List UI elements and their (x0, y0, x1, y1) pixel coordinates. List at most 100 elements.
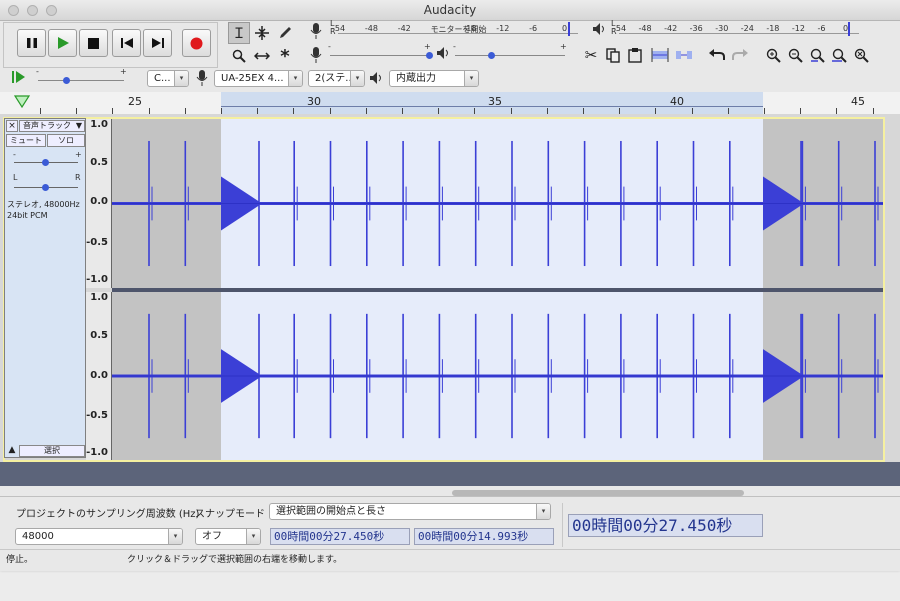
playback-speed-thumb[interactable] (63, 77, 70, 84)
chevron-down-icon: ▾ (168, 529, 182, 544)
output-device-select[interactable]: 内蔵出力 ▾ (389, 70, 479, 87)
paste-button[interactable] (624, 44, 646, 66)
meter-tick-label: -6 (817, 24, 826, 33)
track-control-panel[interactable]: × 音声トラック ▼ ミュート ソロ - + L R ステレオ, 48000Hz … (4, 118, 86, 458)
input-volume-slider[interactable] (330, 55, 430, 56)
gain-plus-label: + (75, 150, 82, 159)
gain-slider-thumb[interactable] (42, 159, 49, 166)
redo-icon (732, 49, 748, 60)
track-format: ステレオ, 48000Hz (7, 200, 80, 209)
fit-selection-button[interactable] (806, 44, 828, 66)
zoom-toggle-button[interactable] (850, 44, 872, 66)
scale-label: -0.5 (86, 237, 108, 248)
meter-tick-label: -6 (529, 24, 538, 33)
window-title: Audacity (423, 3, 477, 17)
meter-tick-label: -30 (715, 24, 729, 33)
gain-minus-label: - (13, 150, 16, 159)
timeline-ruler[interactable]: 25 30 35 40 45 (0, 92, 900, 115)
play-meter-peak (848, 22, 850, 36)
fit-project-icon (831, 48, 847, 63)
waveform-channel-2[interactable] (112, 292, 883, 460)
pan-slider-thumb[interactable] (42, 184, 49, 191)
stop-button[interactable] (79, 29, 108, 57)
play-icon (57, 37, 69, 49)
play-meter-speaker-icon[interactable] (592, 22, 606, 39)
output-volume-slider[interactable] (455, 55, 565, 56)
asterisk-icon: * (280, 45, 290, 67)
fit-project-button[interactable] (828, 44, 850, 66)
audio-host-select[interactable]: C... ▾ (147, 70, 189, 87)
output-volume-minus: - (453, 42, 456, 51)
solo-button[interactable]: ソロ (47, 134, 85, 147)
scale-label: 0.5 (90, 330, 108, 341)
mute-button[interactable]: ミュート (6, 134, 46, 147)
selection-mode-select[interactable]: 選択範囲の開始点と長さ ▾ (269, 503, 551, 520)
collapse-track-button[interactable]: ▲ (6, 445, 18, 457)
scissors-icon: ✂ (584, 46, 598, 64)
envelope-icon (255, 26, 269, 40)
copy-button[interactable] (602, 44, 624, 66)
i-beam-icon: Ｉ (232, 26, 246, 42)
record-meter-peak (568, 22, 570, 36)
meter-tick-label: -54 (332, 24, 346, 33)
input-channels-select[interactable]: 2(ステ... ▾ (308, 70, 365, 87)
channel-2-scale[interactable]: 1.0 0.5 0.0 -0.5 -1.0 (86, 292, 112, 460)
meter-tick-label: -42 (397, 24, 411, 33)
output-volume-thumb[interactable] (488, 52, 495, 59)
trim-button[interactable] (649, 44, 671, 66)
playback-speed-slider[interactable] (38, 80, 124, 81)
input-device-select[interactable]: UA-25EX 4... ▾ (214, 70, 303, 87)
output-volume-plus: + (560, 42, 567, 51)
copy-icon (606, 47, 620, 63)
waveform-channel-1[interactable] (112, 119, 883, 288)
magnifier-icon (232, 49, 246, 63)
select-track-button[interactable]: 選択 (19, 445, 85, 457)
skip-to-end-button[interactable] (143, 29, 172, 57)
status-hint: クリック＆ドラッグで選択範囲の右端を移動します。 (127, 555, 343, 565)
track-close-button[interactable]: × (6, 120, 18, 132)
audio-position-time[interactable]: 00時間00分27.450秒 (568, 514, 763, 537)
output-volume-speaker-icon (436, 46, 450, 63)
cut-button[interactable]: ✂ (580, 44, 602, 66)
zoom-toggle-icon (854, 48, 869, 63)
meter-tick-label: -24 (740, 24, 754, 33)
play-button[interactable] (48, 29, 77, 57)
meter-tick-label: -18 (766, 24, 780, 33)
time-shift-tool[interactable] (251, 45, 273, 67)
status-state: 停止。 (6, 555, 34, 565)
zoom-out-button[interactable] (784, 44, 806, 66)
input-volume-thumb[interactable] (426, 52, 433, 59)
silence-button[interactable] (673, 44, 695, 66)
project-rate-select[interactable]: 48000 ▾ (15, 528, 183, 545)
title-bar: Audacity (0, 0, 900, 21)
envelope-tool[interactable] (251, 22, 273, 44)
selection-length-time[interactable]: 00時間00分14.993秒 (414, 528, 554, 545)
skip-to-start-button[interactable] (112, 29, 141, 57)
draw-tool[interactable] (274, 22, 296, 44)
redo-button[interactable] (729, 44, 751, 66)
selection-start-time[interactable]: 00時間00分27.450秒 (270, 528, 410, 545)
meter-tick-label: 0 (562, 24, 568, 33)
play-at-speed-button[interactable] (12, 70, 26, 87)
channel-1-scale[interactable]: 1.0 0.5 0.0 -0.5 -1.0 (86, 119, 112, 288)
pause-icon (26, 38, 37, 48)
track-name-menu[interactable]: 音声トラック ▼ (19, 120, 85, 132)
meter-tick-label: -48 (638, 24, 652, 33)
timeline-options-button[interactable] (13, 94, 31, 111)
track-area-empty[interactable] (0, 462, 900, 486)
zoom-in-button[interactable] (762, 44, 784, 66)
zoom-tool[interactable] (228, 45, 250, 67)
record-button[interactable] (182, 29, 211, 57)
scale-label: 1.0 (90, 292, 108, 303)
audacity-window: Audacity Ｉ * LR -54 -48 -42 モニターを開始 -18 -12 -6… (0, 0, 900, 571)
chevron-down-icon: ▾ (246, 529, 260, 544)
record-meter-icon[interactable] (310, 22, 322, 43)
track-bit-depth: 24bit PCM (7, 211, 48, 220)
selection-tool[interactable]: Ｉ (228, 22, 250, 44)
snap-mode-select[interactable]: オフ ▾ (195, 528, 261, 545)
undo-button[interactable] (706, 44, 728, 66)
multi-tool[interactable]: * (274, 45, 296, 67)
double-arrow-icon (254, 52, 270, 60)
undo-icon (709, 49, 725, 60)
pause-button[interactable] (17, 29, 46, 57)
